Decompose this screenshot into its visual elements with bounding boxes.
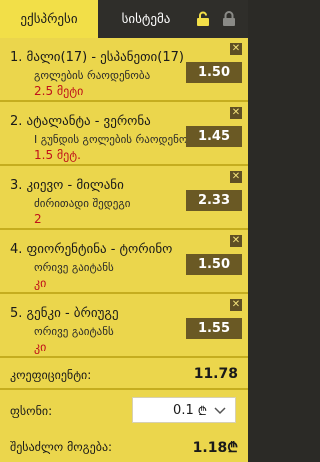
coefficient-label: კოეფიციენტი: (10, 368, 92, 382)
coefficient-row: კოეფიციენტი: 11.78 (0, 358, 248, 390)
bet-market: ორივე გაიტანს (34, 261, 114, 274)
bet-title: 3. კიევო - მილანი (10, 178, 124, 193)
stake-value: 0.1 (173, 402, 194, 418)
bet-odds: 1.50 (186, 62, 242, 83)
bet-market: ძირითადი შედეგი (34, 197, 131, 210)
tab-tools (194, 0, 248, 38)
bet-title: 4. ფიორენტინა - ტორინო (10, 242, 172, 257)
lari-currency-icon: ₾ (197, 403, 207, 418)
bet-number: 2. (10, 114, 23, 129)
bet-odds: 2.33 (186, 190, 242, 211)
bet-teams: გენკი - ბრიუგე (26, 306, 119, 321)
possible-win-label: შესაძლო მოგება: (10, 440, 113, 454)
lock-icon[interactable] (222, 11, 236, 27)
close-icon[interactable]: ✕ (230, 235, 242, 247)
bet-teams: ატალანტა - ვერონა (26, 114, 151, 129)
bet-item-1: 1. მალი(17) - ესპანეთი(17) გოლების რაოდე… (0, 38, 248, 102)
bet-list: 1. მალი(17) - ესპანეთი(17) გოლების რაოდე… (0, 38, 248, 358)
bet-pick: კი (34, 276, 47, 290)
bet-number: 4. (10, 242, 23, 257)
close-icon[interactable]: ✕ (230, 107, 242, 119)
bet-item-3: 3. კიევო - მილანი ძირითადი შედეგი 2 ✕ 2.… (0, 166, 248, 230)
bet-title: 5. გენკი - ბრიუგე (10, 306, 119, 321)
betslip-tabs: ექსპრესი სისტემა (0, 0, 248, 38)
bet-item-5: 5. გენკი - ბრიუგე ორივე გაიტანს კი ✕ 1.5… (0, 294, 248, 358)
bet-item-2: 2. ატალანტა - ვერონა I გუნდის გოლების რა… (0, 102, 248, 166)
bet-teams: ფიორენტინა - ტორინო (26, 242, 173, 257)
bet-odds: 1.55 (186, 318, 242, 339)
stake-row: ფსონი: 0.1 ₾ (0, 390, 248, 430)
bet-number: 1. (10, 50, 23, 65)
bet-teams: კიევო - მილანი (26, 178, 124, 193)
bet-odds: 1.50 (186, 254, 242, 275)
bet-pick: 1.5 მეტ. (34, 148, 81, 162)
possible-win-value: 1.18₾ (192, 440, 238, 456)
betslip-panel: ექსპრესი სისტემა 1. მალი(17) - ესპანეთი(… (0, 0, 248, 462)
bet-number: 3. (10, 178, 23, 193)
bet-pick: 2.5 მეტი (34, 84, 84, 98)
bet-item-4: 4. ფიორენტინა - ტორინო ორივე გაიტანს კი … (0, 230, 248, 294)
bet-pick: კი (34, 340, 47, 354)
bet-market: ორივე გაიტანს (34, 325, 114, 338)
possible-win-row: შესაძლო მოგება: 1.18₾ (0, 430, 248, 462)
bet-title: 1. მალი(17) - ესპანეთი(17) (10, 50, 184, 65)
chevron-down-icon[interactable] (211, 401, 229, 419)
bet-market: I გუნდის გოლების რაოდენობა (34, 133, 189, 146)
stake-label: ფსონი: (10, 404, 53, 418)
close-icon[interactable]: ✕ (230, 171, 242, 183)
tab-express[interactable]: ექსპრესი (0, 0, 98, 38)
stake-input[interactable]: 0.1 ₾ (132, 397, 236, 423)
unlock-icon[interactable] (196, 11, 210, 27)
bet-number: 5. (10, 306, 23, 321)
coefficient-value: 11.78 (193, 366, 238, 382)
close-icon[interactable]: ✕ (230, 43, 242, 55)
bet-market: გოლების რაოდენობა (34, 69, 151, 82)
bet-pick: 2 (34, 212, 42, 226)
bet-title: 2. ატალანტა - ვერონა (10, 114, 151, 129)
close-icon[interactable]: ✕ (230, 299, 242, 311)
bet-odds: 1.45 (186, 126, 242, 147)
tab-system[interactable]: სისტემა (98, 0, 194, 38)
bet-teams: მალი(17) - ესპანეთი(17) (26, 50, 184, 65)
